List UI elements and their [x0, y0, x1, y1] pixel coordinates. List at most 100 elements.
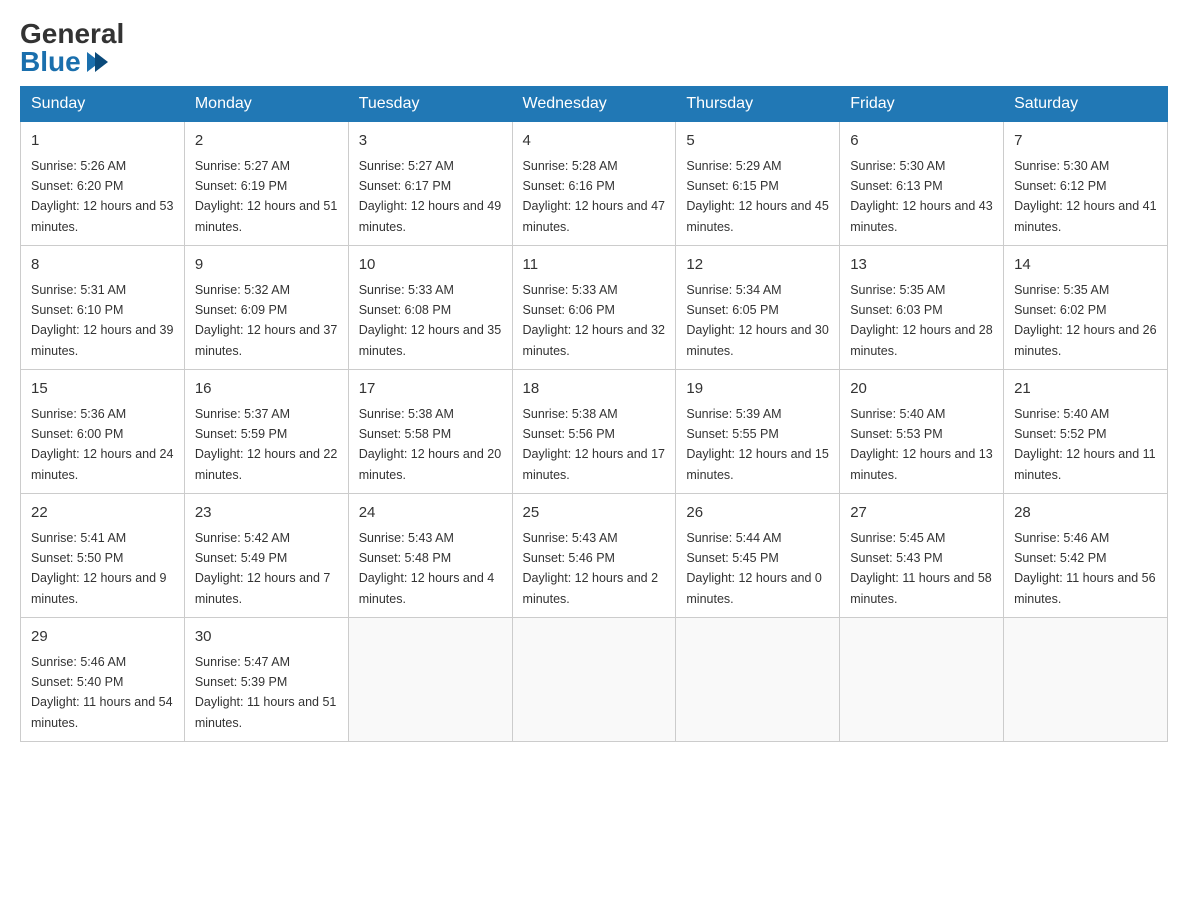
day-number: 29 [31, 626, 174, 649]
day-number: 12 [686, 254, 829, 277]
calendar-cell: 7Sunrise: 5:30 AMSunset: 6:12 PMDaylight… [1004, 122, 1168, 246]
calendar-cell: 23 Sunrise: 5:42 AMSunset: 5:49 PMDayligh… [184, 494, 348, 618]
day-info: Sunrise: 5:30 AMSunset: 6:13 PMDaylight:… [850, 159, 992, 234]
calendar-cell: 6 Sunrise: 5:30 AMSunset: 6:13 PMDaylight… [840, 122, 1004, 246]
day-number: 11 [523, 254, 666, 277]
logo-blue-text: Blue [20, 48, 108, 76]
day-info: Sunrise: 5:40 AMSunset: 5:52 PMDaylight:… [1014, 407, 1156, 482]
day-info: Sunrise: 5:33 AMSunset: 6:08 PMDaylight:… [359, 283, 501, 358]
day-info: Sunrise: 5:43 AMSunset: 5:48 PMDaylight:… [359, 531, 495, 606]
day-info: Sunrise: 5:34 AMSunset: 6:05 PMDaylight:… [686, 283, 828, 358]
day-number: 6 [850, 130, 993, 153]
calendar-cell [840, 618, 1004, 742]
day-number: 2 [195, 130, 338, 153]
calendar-cell: 24Sunrise: 5:43 AMSunset: 5:48 PMDayligh… [348, 494, 512, 618]
day-info: Sunrise: 5:45 AMSunset: 5:43 PMDaylight:… [850, 531, 992, 606]
day-number: 25 [523, 502, 666, 525]
day-info: Sunrise: 5:43 AMSunset: 5:46 PMDaylight:… [523, 531, 659, 606]
calendar-cell: 30Sunrise: 5:47 AMSunset: 5:39 PMDayligh… [184, 618, 348, 742]
calendar-cell: 11 Sunrise: 5:33 AMSunset: 6:06 PMDayligh… [512, 246, 676, 370]
day-info: Sunrise: 5:39 AMSunset: 5:55 PMDaylight:… [686, 407, 828, 482]
calendar-cell: 20 Sunrise: 5:40 AMSunset: 5:53 PMDayligh… [840, 370, 1004, 494]
day-info: Sunrise: 5:46 AMSunset: 5:40 PMDaylight:… [31, 655, 173, 730]
day-number: 4 [523, 130, 666, 153]
calendar-cell: 16 Sunrise: 5:37 AMSunset: 5:59 PMDayligh… [184, 370, 348, 494]
calendar-cell: 3 Sunrise: 5:27 AMSunset: 6:17 PMDaylight… [348, 122, 512, 246]
day-info: Sunrise: 5:40 AMSunset: 5:53 PMDaylight:… [850, 407, 992, 482]
calendar-cell: 26 Sunrise: 5:44 AMSunset: 5:45 PMDayligh… [676, 494, 840, 618]
day-info: Sunrise: 5:38 AMSunset: 5:58 PMDaylight:… [359, 407, 501, 482]
weekday-header-tuesday: Tuesday [348, 87, 512, 122]
calendar-cell: 10 Sunrise: 5:33 AMSunset: 6:08 PMDayligh… [348, 246, 512, 370]
calendar-cell [676, 618, 840, 742]
calendar-cell: 29 Sunrise: 5:46 AMSunset: 5:40 PMDayligh… [21, 618, 185, 742]
calendar-cell: 1Sunrise: 5:26 AMSunset: 6:20 PMDaylight… [21, 122, 185, 246]
calendar-week-row: 1Sunrise: 5:26 AMSunset: 6:20 PMDaylight… [21, 122, 1168, 246]
weekday-header-friday: Friday [840, 87, 1004, 122]
weekday-header-row: SundayMondayTuesdayWednesdayThursdayFrid… [21, 87, 1168, 122]
calendar-cell: 15 Sunrise: 5:36 AMSunset: 6:00 PMDayligh… [21, 370, 185, 494]
day-number: 18 [523, 378, 666, 401]
day-info: Sunrise: 5:30 AMSunset: 6:12 PMDaylight:… [1014, 159, 1156, 234]
calendar-cell: 27 Sunrise: 5:45 AMSunset: 5:43 PMDayligh… [840, 494, 1004, 618]
day-info: Sunrise: 5:35 AMSunset: 6:02 PMDaylight:… [1014, 283, 1156, 358]
calendar-week-row: 29 Sunrise: 5:46 AMSunset: 5:40 PMDayligh… [21, 618, 1168, 742]
calendar-cell: 8 Sunrise: 5:31 AMSunset: 6:10 PMDaylight… [21, 246, 185, 370]
day-number: 23 [195, 502, 338, 525]
calendar-cell: 17 Sunrise: 5:38 AMSunset: 5:58 PMDayligh… [348, 370, 512, 494]
calendar-cell: 5 Sunrise: 5:29 AMSunset: 6:15 PMDaylight… [676, 122, 840, 246]
logo-general-text: General [20, 20, 124, 48]
logo: General Blue [20, 20, 124, 76]
weekday-header-wednesday: Wednesday [512, 87, 676, 122]
calendar-cell: 12 Sunrise: 5:34 AMSunset: 6:05 PMDayligh… [676, 246, 840, 370]
day-info: Sunrise: 5:32 AMSunset: 6:09 PMDaylight:… [195, 283, 337, 358]
calendar-cell [1004, 618, 1168, 742]
day-info: Sunrise: 5:33 AMSunset: 6:06 PMDaylight:… [523, 283, 665, 358]
calendar-week-row: 15 Sunrise: 5:36 AMSunset: 6:00 PMDayligh… [21, 370, 1168, 494]
day-number: 26 [686, 502, 829, 525]
day-number: 3 [359, 130, 502, 153]
day-info: Sunrise: 5:37 AMSunset: 5:59 PMDaylight:… [195, 407, 337, 482]
day-number: 10 [359, 254, 502, 277]
calendar-cell: 22 Sunrise: 5:41 AMSunset: 5:50 PMDayligh… [21, 494, 185, 618]
day-info: Sunrise: 5:44 AMSunset: 5:45 PMDaylight:… [686, 531, 822, 606]
day-number: 14 [1014, 254, 1157, 277]
day-number: 9 [195, 254, 338, 277]
day-info: Sunrise: 5:42 AMSunset: 5:49 PMDaylight:… [195, 531, 331, 606]
day-info: Sunrise: 5:47 AMSunset: 5:39 PMDaylight:… [195, 655, 337, 730]
day-info: Sunrise: 5:28 AMSunset: 6:16 PMDaylight:… [523, 159, 665, 234]
calendar-cell: 18 Sunrise: 5:38 AMSunset: 5:56 PMDayligh… [512, 370, 676, 494]
day-number: 20 [850, 378, 993, 401]
weekday-header-monday: Monday [184, 87, 348, 122]
calendar-cell: 9 Sunrise: 5:32 AMSunset: 6:09 PMDaylight… [184, 246, 348, 370]
calendar-cell [348, 618, 512, 742]
day-info: Sunrise: 5:46 AMSunset: 5:42 PMDaylight:… [1014, 531, 1156, 606]
calendar-table: SundayMondayTuesdayWednesdayThursdayFrid… [20, 86, 1168, 742]
day-number: 5 [686, 130, 829, 153]
day-number: 22 [31, 502, 174, 525]
page-header: General Blue [20, 20, 1168, 76]
calendar-week-row: 22 Sunrise: 5:41 AMSunset: 5:50 PMDayligh… [21, 494, 1168, 618]
day-info: Sunrise: 5:41 AMSunset: 5:50 PMDaylight:… [31, 531, 167, 606]
day-info: Sunrise: 5:36 AMSunset: 6:00 PMDaylight:… [31, 407, 173, 482]
calendar-cell: 13Sunrise: 5:35 AMSunset: 6:03 PMDayligh… [840, 246, 1004, 370]
day-number: 27 [850, 502, 993, 525]
day-info: Sunrise: 5:27 AMSunset: 6:17 PMDaylight:… [359, 159, 501, 234]
calendar-cell: 28 Sunrise: 5:46 AMSunset: 5:42 PMDayligh… [1004, 494, 1168, 618]
day-number: 15 [31, 378, 174, 401]
day-number: 28 [1014, 502, 1157, 525]
day-info: Sunrise: 5:29 AMSunset: 6:15 PMDaylight:… [686, 159, 828, 234]
weekday-header-saturday: Saturday [1004, 87, 1168, 122]
weekday-header-thursday: Thursday [676, 87, 840, 122]
day-number: 19 [686, 378, 829, 401]
day-number: 16 [195, 378, 338, 401]
calendar-cell: 21 Sunrise: 5:40 AMSunset: 5:52 PMDayligh… [1004, 370, 1168, 494]
calendar-cell: 25 Sunrise: 5:43 AMSunset: 5:46 PMDayligh… [512, 494, 676, 618]
calendar-cell: 14 Sunrise: 5:35 AMSunset: 6:02 PMDayligh… [1004, 246, 1168, 370]
day-info: Sunrise: 5:31 AMSunset: 6:10 PMDaylight:… [31, 283, 173, 358]
day-info: Sunrise: 5:38 AMSunset: 5:56 PMDaylight:… [523, 407, 665, 482]
day-number: 17 [359, 378, 502, 401]
day-number: 21 [1014, 378, 1157, 401]
calendar-week-row: 8 Sunrise: 5:31 AMSunset: 6:10 PMDaylight… [21, 246, 1168, 370]
day-number: 8 [31, 254, 174, 277]
